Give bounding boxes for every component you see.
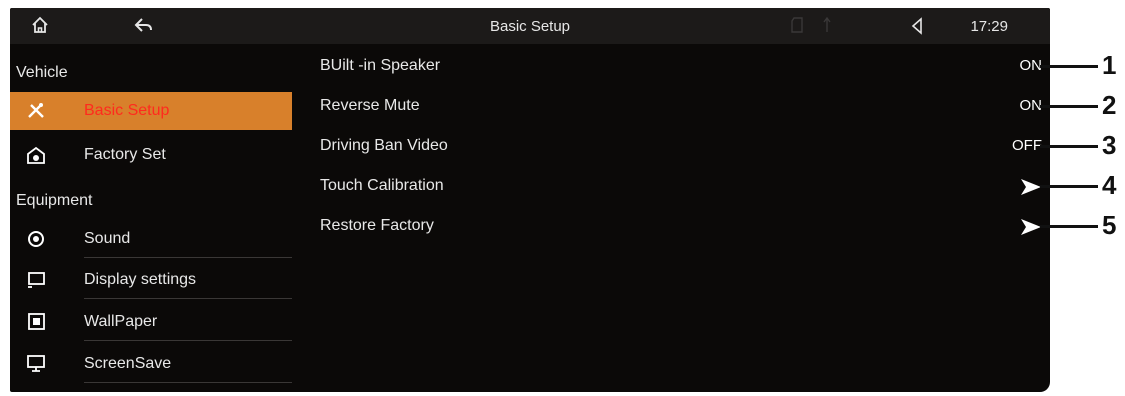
home-icon[interactable]: [30, 15, 50, 39]
divider: [84, 257, 292, 258]
divider: [84, 298, 292, 299]
sidebar-item-basic-setup[interactable]: Basic Setup: [10, 92, 292, 130]
setting-label: Restore Factory: [320, 217, 434, 234]
sidebar-item-wallpaper[interactable]: WallPaper: [10, 303, 292, 341]
setting-value-toggle[interactable]: ON: [1020, 97, 1043, 114]
setting-touch-calibration[interactable]: Touch Calibration: [320, 172, 1050, 202]
callout-line: [1040, 65, 1098, 68]
callout-number: 1: [1102, 50, 1117, 80]
callout-line: [1040, 225, 1098, 228]
sidebar-item-label: Display settings: [84, 271, 197, 288]
callout-number: 4: [1102, 170, 1117, 200]
callout-line: [1040, 105, 1098, 108]
sidebar-item-label: Sound: [84, 230, 131, 247]
head-unit-screen: Basic Setup 17:29 Vehicle Basic Setup Fa…: [10, 8, 1050, 392]
sidebar-item-factory-set[interactable]: Factory Set: [10, 136, 292, 174]
divider: [84, 340, 292, 341]
setting-value-toggle[interactable]: OFF: [1012, 137, 1042, 154]
callout-number: 5: [1102, 210, 1117, 240]
sidebar-item-sound[interactable]: Sound: [10, 220, 292, 258]
volume-icon[interactable]: [910, 17, 924, 39]
page-title: Basic Setup: [489, 18, 571, 35]
setting-label: Driving Ban Video: [320, 137, 448, 154]
sidebar-item-label: WallPaper: [84, 313, 158, 330]
sidebar-item-display-settings[interactable]: Display settings: [10, 261, 292, 299]
status-bar: Basic Setup 17:29: [10, 8, 1050, 44]
setting-label: Reverse Mute: [320, 97, 420, 114]
sidebar-item-label: Basic Setup: [84, 102, 170, 119]
back-icon[interactable]: [132, 15, 156, 39]
usb-icon: [822, 16, 832, 37]
arrow-right-icon[interactable]: [1020, 218, 1042, 236]
setting-builtin-speaker[interactable]: BUilt -in Speaker ON: [320, 52, 1050, 82]
monitor-icon: [26, 355, 46, 373]
sd-card-icon: [791, 17, 803, 37]
divider: [84, 382, 292, 383]
sidebar: Vehicle Basic Setup Factory Set Equipmen…: [10, 44, 293, 392]
callout-number: 2: [1102, 90, 1117, 120]
factory-icon: [26, 146, 46, 164]
setting-restore-factory[interactable]: Restore Factory: [320, 212, 1050, 242]
section-vehicle: Vehicle: [16, 64, 68, 81]
callout-number: 3: [1102, 130, 1117, 160]
clock: 17:29: [970, 18, 1008, 35]
sidebar-item-label: ScreenSave: [84, 355, 172, 372]
callout-line: [1040, 185, 1098, 188]
arrow-right-icon[interactable]: [1020, 178, 1042, 196]
setting-driving-ban-video[interactable]: Driving Ban Video OFF: [320, 132, 1050, 162]
wrench-screwdriver-icon: [26, 102, 46, 120]
callout-line: [1040, 145, 1098, 148]
wallpaper-icon: [26, 313, 46, 331]
setting-label: Touch Calibration: [320, 177, 444, 194]
speaker-icon: [26, 230, 46, 248]
setting-reverse-mute[interactable]: Reverse Mute ON: [320, 92, 1050, 122]
sidebar-item-label: Factory Set: [84, 146, 166, 163]
sidebar-item-screensave[interactable]: ScreenSave: [10, 345, 292, 383]
section-equipment: Equipment: [16, 192, 93, 209]
setting-value-toggle[interactable]: ON: [1020, 57, 1043, 74]
display-icon: [26, 271, 46, 289]
setting-label: BUilt -in Speaker: [320, 57, 441, 74]
